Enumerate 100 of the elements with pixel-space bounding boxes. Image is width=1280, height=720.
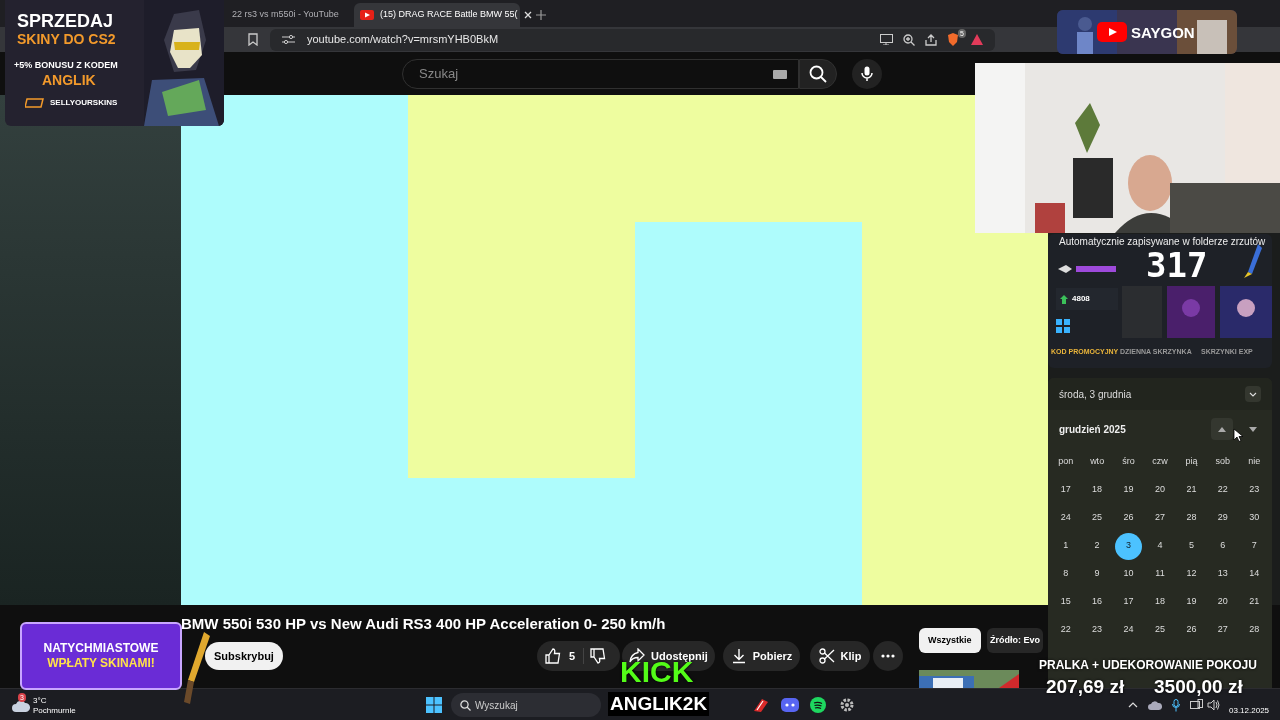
calendar-day[interactable]: 1	[1052, 532, 1080, 560]
calendar-day[interactable]: 27	[1146, 504, 1174, 532]
thumbs-down-icon[interactable]	[590, 648, 607, 664]
calendar-day[interactable]: 16	[1083, 588, 1111, 616]
browser-tab[interactable]: 22 rs3 vs m550i - YouTube	[226, 3, 346, 27]
weekday-label: czw	[1152, 455, 1168, 469]
calendar-day[interactable]: 12	[1177, 560, 1205, 588]
action-button[interactable]: Pobierz	[723, 641, 800, 671]
arrow-up-icon	[1060, 294, 1068, 304]
calendar-day[interactable]: 28	[1177, 504, 1205, 532]
slash-logo-icon[interactable]	[753, 697, 769, 713]
voice-search-button[interactable]	[852, 58, 882, 89]
ad-headline: SKINY DO CS2	[17, 31, 116, 48]
calendar-day[interactable]: 13	[1209, 560, 1237, 588]
streamer-name: ANGLIK2K	[608, 692, 710, 716]
filter-chip[interactable]: Źródło: Evo	[987, 628, 1043, 653]
taskbar-search-field[interactable]: Wyszukaj	[451, 693, 601, 717]
microphone-icon[interactable]	[1172, 699, 1180, 712]
filter-chip[interactable]: Wszystkie	[919, 628, 981, 653]
calendar-day[interactable]: 8	[1052, 560, 1080, 588]
ad-headline: SPRZEDAJ	[17, 11, 114, 31]
weekday-label: pon	[1058, 455, 1074, 469]
chevron-down-icon	[1249, 391, 1257, 397]
calendar-day[interactable]: 27	[1209, 616, 1237, 644]
calendar-day[interactable]: 25	[1146, 616, 1174, 644]
calendar-day[interactable]: 18	[1083, 476, 1111, 504]
chat-app-icon[interactable]	[781, 698, 799, 714]
calendar-day[interactable]: 10	[1115, 560, 1143, 588]
calendar-day[interactable]: 17	[1115, 588, 1143, 616]
calendar-day[interactable]: 22	[1209, 476, 1237, 504]
calendar-day[interactable]: 18	[1146, 588, 1174, 616]
cloud-icon[interactable]	[1148, 701, 1162, 710]
calendar-day[interactable]: 3	[1115, 532, 1143, 560]
keyboard-icon[interactable]	[773, 69, 787, 79]
music-app-icon[interactable]	[810, 697, 826, 713]
calendar-day[interactable]: 26	[1177, 616, 1205, 644]
settings-icon[interactable]	[839, 697, 855, 713]
action-button[interactable]: Klip	[810, 641, 870, 671]
cast-icon[interactable]	[880, 34, 893, 45]
site-settings-icon[interactable]	[282, 34, 295, 45]
goal-title: PRALKA + UDEKOROWANIE POKOJU	[1039, 657, 1257, 674]
calendar-day[interactable]: 26	[1115, 504, 1143, 532]
channel-name: SAYGON	[1131, 23, 1195, 43]
calendar-day[interactable]: 15	[1052, 588, 1080, 616]
youtube-icon	[360, 10, 374, 20]
weekday-label: sob	[1215, 455, 1231, 469]
calendar-day[interactable]: 22	[1052, 616, 1080, 644]
close-icon[interactable]	[523, 11, 532, 19]
collapse-button[interactable]	[1245, 386, 1261, 402]
calendar-day[interactable]: 17	[1052, 476, 1080, 504]
share-icon	[629, 648, 646, 664]
like-dislike-control[interactable]: 5	[537, 641, 620, 671]
date-text[interactable]: 03.12.2025	[1229, 705, 1270, 717]
grid-icon[interactable]	[1055, 318, 1071, 334]
calendar-day[interactable]: 4	[1146, 532, 1174, 560]
calendar-day[interactable]: 19	[1115, 476, 1143, 504]
calendar-day[interactable]: 5	[1177, 532, 1205, 560]
calendar-day[interactable]: 28	[1240, 616, 1268, 644]
search-icon	[809, 64, 827, 83]
calendar-day[interactable]: 21	[1177, 476, 1205, 504]
search-field[interactable]: Szukaj	[402, 58, 799, 89]
zoom-in-icon[interactable]	[903, 33, 915, 46]
share-icon[interactable]	[925, 33, 937, 46]
previous-month-button[interactable]	[1211, 418, 1233, 440]
speaker-icon[interactable]	[1207, 699, 1220, 711]
notification-text: Automatycznie zapisywane w folderze zrzutów	[1059, 235, 1266, 249]
calendar-day[interactable]: 6	[1209, 532, 1237, 560]
new-tab-icon[interactable]	[536, 10, 546, 20]
calendar-date: środa, 3 grudnia	[1059, 387, 1132, 402]
calendar-day[interactable]: 24	[1052, 504, 1080, 532]
calendar-day[interactable]: 23	[1083, 616, 1111, 644]
calendar-day[interactable]: 24	[1115, 616, 1143, 644]
network-icon[interactable]	[1190, 699, 1203, 711]
calendar-day[interactable]: 29	[1209, 504, 1237, 532]
ad-headline: WPŁATY SKINAMI!	[47, 656, 155, 671]
thumbs-up-icon[interactable]	[545, 648, 561, 664]
calendar-day[interactable]: 23	[1240, 476, 1268, 504]
calendar-day[interactable]: 9	[1083, 560, 1111, 588]
calendar-day[interactable]: 7	[1240, 532, 1268, 560]
calendar-day[interactable]: 21	[1240, 588, 1268, 616]
calendar-day[interactable]: 20	[1146, 476, 1174, 504]
more-button[interactable]	[873, 641, 903, 671]
calendar-day[interactable]: 30	[1240, 504, 1268, 532]
calendar-day[interactable]: 19	[1177, 588, 1205, 616]
triangle-down-icon	[1249, 426, 1257, 432]
month-label[interactable]: grudzień 2025	[1059, 421, 1126, 437]
calendar-day[interactable]: 11	[1146, 560, 1174, 588]
subscribe-button[interactable]: Subskrybuj	[205, 642, 283, 670]
bookmark-icon[interactable]	[248, 33, 258, 46]
chevron-up-icon[interactable]	[1128, 702, 1138, 708]
weather-text: Pochmurnie	[33, 706, 76, 715]
calendar-day[interactable]: 20	[1209, 588, 1237, 616]
windows-start-icon[interactable]	[426, 697, 442, 713]
search-button[interactable]	[799, 58, 837, 89]
calendar-day[interactable]: 2	[1083, 532, 1111, 560]
ad-text: +5% BONUSU Z KODEM	[14, 59, 118, 72]
calendar-day[interactable]: 14	[1240, 560, 1268, 588]
calendar-day[interactable]: 25	[1083, 504, 1111, 532]
triangle-icon[interactable]	[971, 34, 983, 45]
goal-target-amount: 3500,00 zł	[1154, 677, 1243, 696]
